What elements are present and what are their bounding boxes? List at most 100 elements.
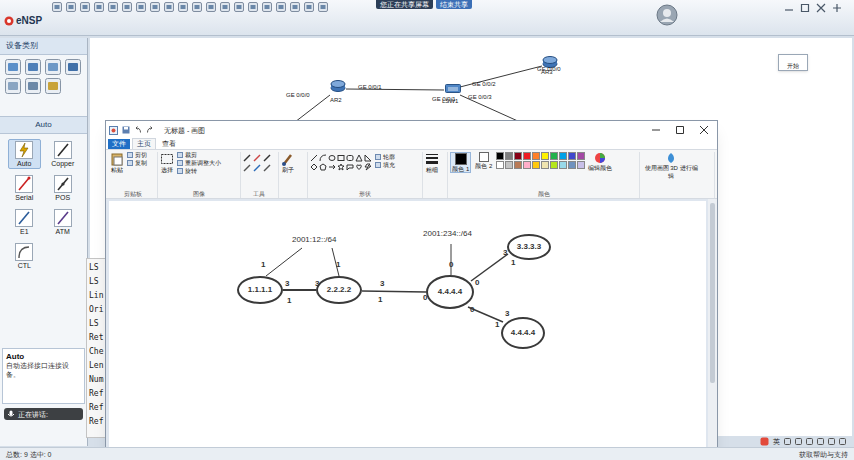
shape-icon[interactable] [364,163,372,171]
shape-icon[interactable] [355,163,363,171]
shape-icon[interactable] [337,154,345,162]
tool-icon[interactable] [263,164,271,172]
edit-colors-button[interactable]: 编辑颜色 [588,152,612,171]
toolbar-button-icon[interactable] [108,2,118,12]
toolbar-button-icon[interactable] [248,2,258,12]
minimize-icon[interactable] [651,125,661,135]
palette-swatch[interactable] [523,161,531,169]
start-button[interactable]: 开始 [778,54,808,71]
toolbar-button-icon[interactable] [94,2,104,12]
ime-label[interactable]: 英 [773,438,780,445]
paste-button[interactable]: 粘贴 [110,152,124,173]
palette-swatch[interactable] [523,152,531,160]
toolbar-button-icon[interactable] [52,2,62,12]
shape-icon[interactable] [328,154,336,162]
size-button[interactable]: 粗细 [425,152,439,173]
palette-swatch[interactable] [568,152,576,160]
palette-swatch[interactable] [577,152,585,160]
palette-swatch[interactable] [505,161,513,169]
close-icon[interactable] [699,125,709,135]
tray-icon[interactable] [839,438,846,445]
outline-button[interactable]: 轮廓 [375,154,395,160]
device-category-icon[interactable] [25,59,41,75]
toolbar-button-icon[interactable] [318,2,328,12]
palette-swatch[interactable] [541,152,549,160]
paint-tab[interactable]: 查看 [158,139,180,149]
palette-swatch[interactable] [559,152,567,160]
shape-icon[interactable] [364,154,372,162]
device-category-icon[interactable] [5,59,21,75]
device-category-icon[interactable] [65,59,81,75]
device-category-icon[interactable] [45,78,61,94]
tool-icon[interactable] [243,164,251,172]
tray-icon[interactable] [784,438,791,445]
palette-swatch[interactable] [505,152,513,160]
maximize-icon[interactable] [675,125,685,135]
paint3d-button[interactable]: 使用画图 3D 进行编辑 [642,152,700,180]
paint-canvas[interactable]: 1.1.1.12.2.2.24.4.4.43.3.3.34.4.4.42001:… [109,201,706,459]
toolbar-button-icon[interactable] [304,2,314,12]
sogou-icon[interactable] [760,437,769,446]
shape-icon[interactable] [319,154,327,162]
toolbar-button-icon[interactable] [136,2,146,12]
diagram-node[interactable]: 1.1.1.1 [237,276,283,304]
brush-button[interactable]: 刷子 [281,152,295,173]
link-type-item[interactable]: Auto [8,139,41,169]
fill-button[interactable]: 填充 [375,162,395,168]
shape-icon[interactable] [310,163,318,171]
save-icon[interactable] [122,126,130,134]
crop-button[interactable]: 裁剪 [177,152,221,158]
toolbar-button-icon[interactable] [234,2,244,12]
shape-icon[interactable] [328,163,336,171]
tray-icon[interactable] [795,438,802,445]
link-type-item[interactable]: Copper [47,139,80,169]
tool-icon[interactable] [253,154,261,162]
tool-icon[interactable] [263,154,271,162]
paint-tab[interactable]: 文件 [108,139,130,149]
toolbar-button-icon[interactable] [276,2,286,12]
tray-icon[interactable] [828,438,835,445]
palette-swatch[interactable] [514,161,522,169]
diagram-node[interactable]: 4.4.4.4 [501,317,545,349]
toolbar-button-icon[interactable] [66,2,76,12]
shape-icon[interactable] [319,163,327,171]
toolbar-button-icon[interactable] [122,2,132,12]
shape-icon[interactable] [346,154,354,162]
shape-icon[interactable] [337,163,345,171]
close-icon[interactable] [816,3,826,13]
palette-swatch[interactable] [550,152,558,160]
shape-icon[interactable] [355,154,363,162]
maximize-icon[interactable] [800,3,810,13]
color1-button[interactable]: 颜色 1 [450,152,471,173]
toolbar-button-icon[interactable] [192,2,202,12]
palette-swatch[interactable] [514,152,522,160]
scrollbar-thumb[interactable] [710,203,715,383]
paint-tab[interactable]: 主页 [132,138,156,149]
palette-swatch[interactable] [496,152,504,160]
toolbar-button-icon[interactable] [150,2,160,12]
link-type-item[interactable]: POS [47,173,80,203]
palette-swatch[interactable] [550,161,558,169]
palette-swatch[interactable] [568,161,576,169]
copy-button[interactable]: 复制 [127,160,147,166]
diagram-node[interactable]: 3.3.3.3 [507,234,551,260]
link-type-item[interactable]: Serial [8,173,41,203]
toolbar-button-icon[interactable] [80,2,90,12]
share-stop-button[interactable]: 结束共享 [436,0,472,9]
shape-icon[interactable] [310,154,318,162]
link-type-item[interactable]: E1 [8,207,41,237]
palette-swatch[interactable] [541,161,549,169]
toolbar-button-icon[interactable] [262,2,272,12]
device-category-icon[interactable] [45,59,61,75]
cut-button[interactable]: 剪切 [127,152,147,158]
menu-icon[interactable] [832,3,842,13]
toolbar-button-icon[interactable] [206,2,216,12]
network-device[interactable] [330,80,346,92]
color2-button[interactable]: 颜色 2 [474,152,493,169]
network-device[interactable] [445,82,461,94]
scrollbar[interactable] [708,199,717,459]
device-category-icon[interactable] [5,78,21,94]
shape-icon[interactable] [346,163,354,171]
link-type-item[interactable]: CTL [8,241,41,271]
redo-icon[interactable] [146,126,154,134]
